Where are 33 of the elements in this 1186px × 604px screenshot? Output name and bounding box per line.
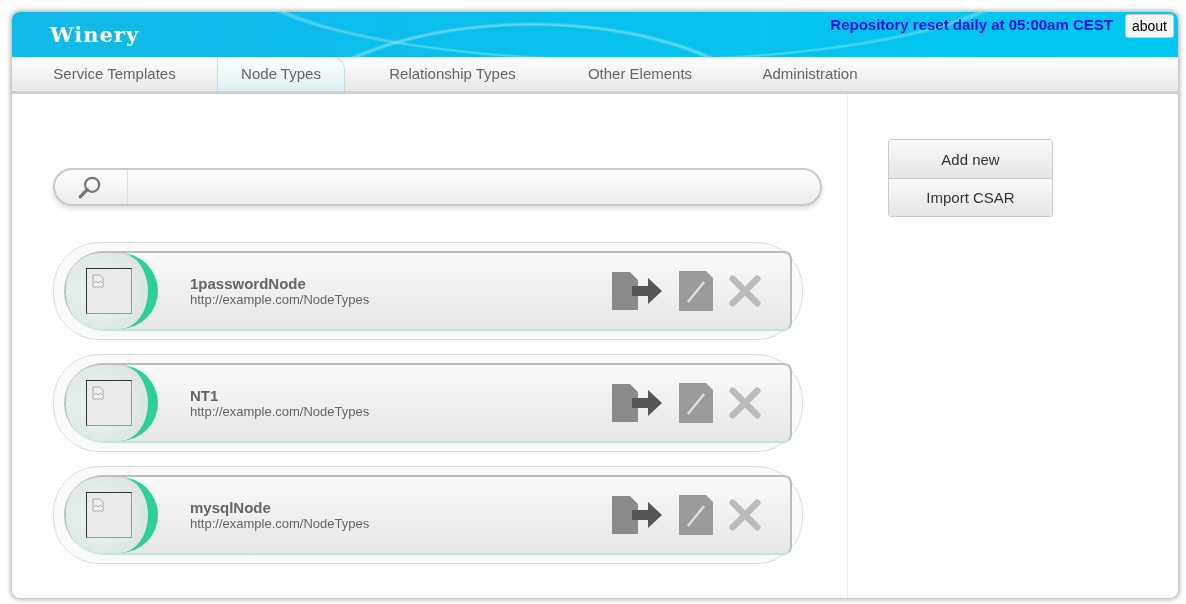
node-type-namespace: http://example.com/NodeTypes [190, 516, 371, 531]
node-type-name: 1passwordNode [190, 275, 307, 292]
edit-icon[interactable] [678, 382, 714, 424]
nav-tab[interactable]: Node Types [217, 56, 345, 91]
node-type-namespace: http://example.com/NodeTypes [190, 404, 371, 419]
broken-image-icon [86, 380, 132, 426]
delete-icon[interactable] [728, 498, 762, 532]
delete-icon[interactable] [728, 274, 762, 308]
action-button[interactable]: Add new [889, 140, 1052, 178]
node-type-name: mysqlNode [190, 499, 272, 516]
node-type-card[interactable]: NT1 http://example.com/NodeTypes [53, 354, 803, 452]
reset-notice: Repository reset daily at 05:00am CEST [830, 16, 1113, 33]
broken-image-icon [86, 268, 132, 314]
search-field[interactable] [53, 168, 822, 206]
about-button[interactable]: about [1124, 14, 1174, 38]
export-icon[interactable] [610, 270, 664, 312]
search-icon [77, 174, 103, 200]
node-type-card[interactable]: 1passwordNode http://example.com/NodeTypes [53, 242, 803, 340]
nav-tab[interactable]: Relationship Types [345, 57, 560, 91]
edit-icon[interactable] [678, 494, 714, 536]
export-icon[interactable] [610, 494, 664, 536]
node-type-name: NT1 [190, 387, 220, 404]
delete-icon[interactable] [728, 386, 762, 420]
nav-tab[interactable]: Service Templates [12, 57, 217, 91]
action-button[interactable]: Import CSAR [889, 178, 1052, 216]
node-type-card[interactable]: mysqlNode http://example.com/NodeTypes [53, 466, 803, 564]
app-logo: Winery [50, 22, 140, 47]
node-type-namespace: http://example.com/NodeTypes [190, 292, 371, 307]
broken-image-icon [86, 492, 132, 538]
nav-tab[interactable]: Other Elements [560, 57, 720, 91]
edit-icon[interactable] [678, 270, 714, 312]
nav-tab[interactable]: Administration [720, 57, 900, 91]
export-icon[interactable] [610, 382, 664, 424]
